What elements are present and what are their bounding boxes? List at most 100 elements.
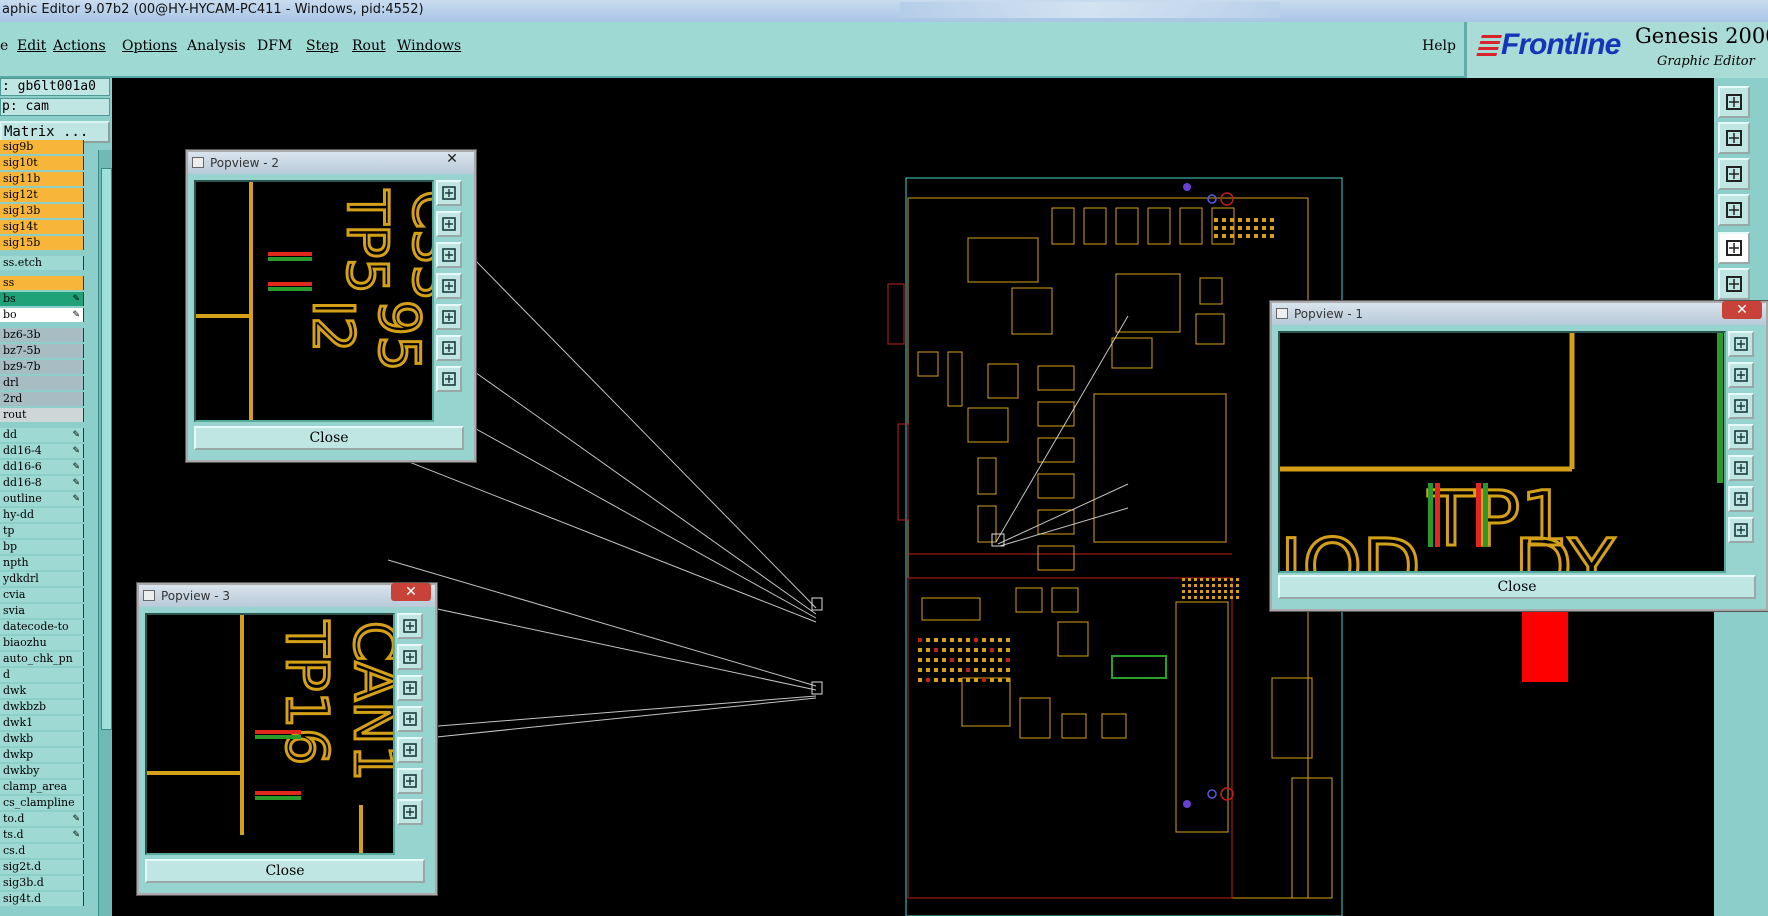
layer-item[interactable]: drl bbox=[0, 376, 84, 390]
menu-actions[interactable]: Actions bbox=[53, 38, 106, 54]
layer-item[interactable]: rout bbox=[0, 408, 84, 422]
popview-2-close-button[interactable]: Close bbox=[194, 426, 464, 450]
layer-item[interactable]: cs_clampline bbox=[0, 796, 84, 810]
zoom-out-icon[interactable] bbox=[397, 799, 423, 825]
layer-item[interactable]: dwk bbox=[0, 684, 84, 698]
layer-item[interactable]: ts.d ✎ bbox=[0, 828, 84, 842]
layer-item[interactable]: sig9b bbox=[0, 140, 84, 154]
popview-1-titlebar[interactable]: Popview - 1 bbox=[1272, 303, 1766, 325]
layer-item[interactable]: biaozhu bbox=[0, 636, 84, 650]
layer-item[interactable]: sig10t bbox=[0, 156, 84, 170]
layer-item[interactable]: dwkby bbox=[0, 764, 84, 778]
zoom-in-icon[interactable] bbox=[436, 335, 462, 361]
popview-3-close-button[interactable]: Close bbox=[145, 859, 425, 883]
layer-item[interactable]: auto_chk_pn bbox=[0, 652, 84, 666]
move-down-icon[interactable] bbox=[397, 675, 423, 701]
layer-item[interactable]: bz7-5b bbox=[0, 344, 84, 358]
layer-item[interactable]: sig11b bbox=[0, 172, 84, 186]
layer-item[interactable]: sig2t.d bbox=[0, 860, 84, 874]
popview-3-view[interactable]: TP16 CAN1 bbox=[145, 613, 411, 855]
menu-step[interactable]: Step bbox=[306, 38, 338, 54]
popview-1-close-icon[interactable]: ✕ bbox=[1722, 301, 1762, 319]
popview-3-window[interactable]: Popview - 3 ✕ TP16 CAN1 Close bbox=[137, 583, 437, 895]
zoom-fit-icon[interactable] bbox=[1718, 158, 1750, 190]
zoom-home-icon[interactable] bbox=[397, 613, 423, 639]
move-up-icon[interactable] bbox=[397, 644, 423, 670]
menu-help[interactable]: Help bbox=[1422, 38, 1456, 54]
zoom-in-icon[interactable] bbox=[1718, 122, 1750, 154]
layer-item[interactable]: dwk1 bbox=[0, 716, 84, 730]
zoom-out-icon[interactable] bbox=[436, 366, 462, 392]
layer-item[interactable]: outline ✎ bbox=[0, 492, 84, 506]
popview-3-labels: TP16 CAN1 bbox=[272, 619, 411, 783]
zoom-in-icon[interactable] bbox=[397, 768, 423, 794]
layer-item[interactable]: clamp_area bbox=[0, 780, 84, 794]
layer-scrollbar-thumb[interactable] bbox=[101, 168, 112, 730]
layer-item[interactable]: 2rd bbox=[0, 392, 84, 406]
layer-item[interactable]: sig3b.d bbox=[0, 876, 84, 890]
layer-item[interactable]: tp bbox=[0, 524, 84, 538]
layer-item[interactable]: ss bbox=[0, 276, 84, 290]
move-down-icon[interactable] bbox=[1728, 393, 1754, 419]
layer-item[interactable]: cvia bbox=[0, 588, 84, 602]
popview-2-close-icon[interactable]: ✕ bbox=[432, 150, 472, 168]
layer-item[interactable]: dwkb bbox=[0, 732, 84, 746]
move-right-icon[interactable] bbox=[436, 304, 462, 330]
menu-analysis[interactable]: Analysis bbox=[187, 38, 246, 54]
popview-1-view[interactable]: TP1 IOD DY bbox=[1278, 331, 1726, 613]
popview-1-close-button[interactable]: Close bbox=[1278, 575, 1756, 599]
popview-2-window[interactable]: Popview - 2 ✕ TP5 C33 I2 95 Close bbox=[186, 150, 476, 462]
measure-icon[interactable] bbox=[1718, 194, 1750, 226]
layer-item[interactable]: svia bbox=[0, 604, 84, 618]
popview-1-window[interactable]: Popview - 1 ✕ TP1 IOD DY Close bbox=[1270, 301, 1768, 613]
menu-options[interactable]: Options bbox=[122, 38, 177, 54]
layer-item[interactable]: dd ✎ bbox=[0, 428, 84, 442]
layer-item[interactable]: sig12t bbox=[0, 188, 84, 202]
layer-item[interactable]: sig15b bbox=[0, 236, 84, 250]
snap-icon[interactable] bbox=[1718, 232, 1750, 264]
layer-item[interactable]: dd16-4 ✎ bbox=[0, 444, 84, 458]
layer-item[interactable]: bz9-7b bbox=[0, 360, 84, 374]
layer-item[interactable]: d bbox=[0, 668, 84, 682]
layer-item[interactable]: dwkp bbox=[0, 748, 84, 762]
zoom-out-icon[interactable] bbox=[1728, 517, 1754, 543]
menu-windows[interactable]: Windows bbox=[397, 38, 461, 54]
layer-item[interactable]: hy-dd bbox=[0, 508, 84, 522]
move-down-icon[interactable] bbox=[436, 242, 462, 268]
zoom-home-icon[interactable] bbox=[1728, 331, 1754, 357]
menu-file[interactable]: e bbox=[0, 38, 8, 54]
move-left-icon[interactable] bbox=[436, 273, 462, 299]
layer-item[interactable]: dd16-8 ✎ bbox=[0, 476, 84, 490]
layer-item[interactable]: sig13b bbox=[0, 204, 84, 218]
zoom-in-icon[interactable] bbox=[1728, 486, 1754, 512]
layer-item[interactable]: datecode-to bbox=[0, 620, 84, 634]
menu-dfm[interactable]: DFM bbox=[257, 38, 292, 54]
layer-item[interactable]: bs ✎ bbox=[0, 292, 84, 306]
move-left-icon[interactable] bbox=[397, 706, 423, 732]
move-right-icon[interactable] bbox=[1728, 455, 1754, 481]
zoom-home-icon[interactable] bbox=[1718, 86, 1750, 118]
move-right-icon[interactable] bbox=[397, 737, 423, 763]
layer-item[interactable]: sig4t.d bbox=[0, 892, 84, 906]
layer-item[interactable]: dwkbzb bbox=[0, 700, 84, 714]
layer-item[interactable]: cs.d bbox=[0, 844, 84, 858]
layer-item[interactable]: ss.etch bbox=[0, 256, 84, 270]
move-up-icon[interactable] bbox=[1728, 362, 1754, 388]
layer-item[interactable]: sig14t bbox=[0, 220, 84, 234]
layer-item[interactable]: bz6-3b bbox=[0, 328, 84, 342]
menu-edit[interactable]: Edit bbox=[17, 38, 46, 54]
move-up-icon[interactable] bbox=[436, 211, 462, 237]
popview-3-close-icon[interactable]: ✕ bbox=[391, 583, 431, 601]
layer-item[interactable]: bo ✎ bbox=[0, 308, 84, 322]
color-icon[interactable] bbox=[1718, 268, 1750, 300]
layer-item[interactable]: to.d ✎ bbox=[0, 812, 84, 826]
layer-scrollbar[interactable] bbox=[98, 150, 113, 916]
zoom-home-icon[interactable] bbox=[436, 180, 462, 206]
popview-2-view[interactable]: TP5 C33 I2 95 bbox=[194, 180, 467, 422]
layer-item[interactable]: npth bbox=[0, 556, 84, 570]
layer-item[interactable]: ydkdrl bbox=[0, 572, 84, 586]
layer-item[interactable]: dd16-6 ✎ bbox=[0, 460, 84, 474]
layer-item[interactable]: bp bbox=[0, 540, 84, 554]
menu-rout[interactable]: Rout bbox=[352, 38, 386, 54]
move-left-icon[interactable] bbox=[1728, 424, 1754, 450]
